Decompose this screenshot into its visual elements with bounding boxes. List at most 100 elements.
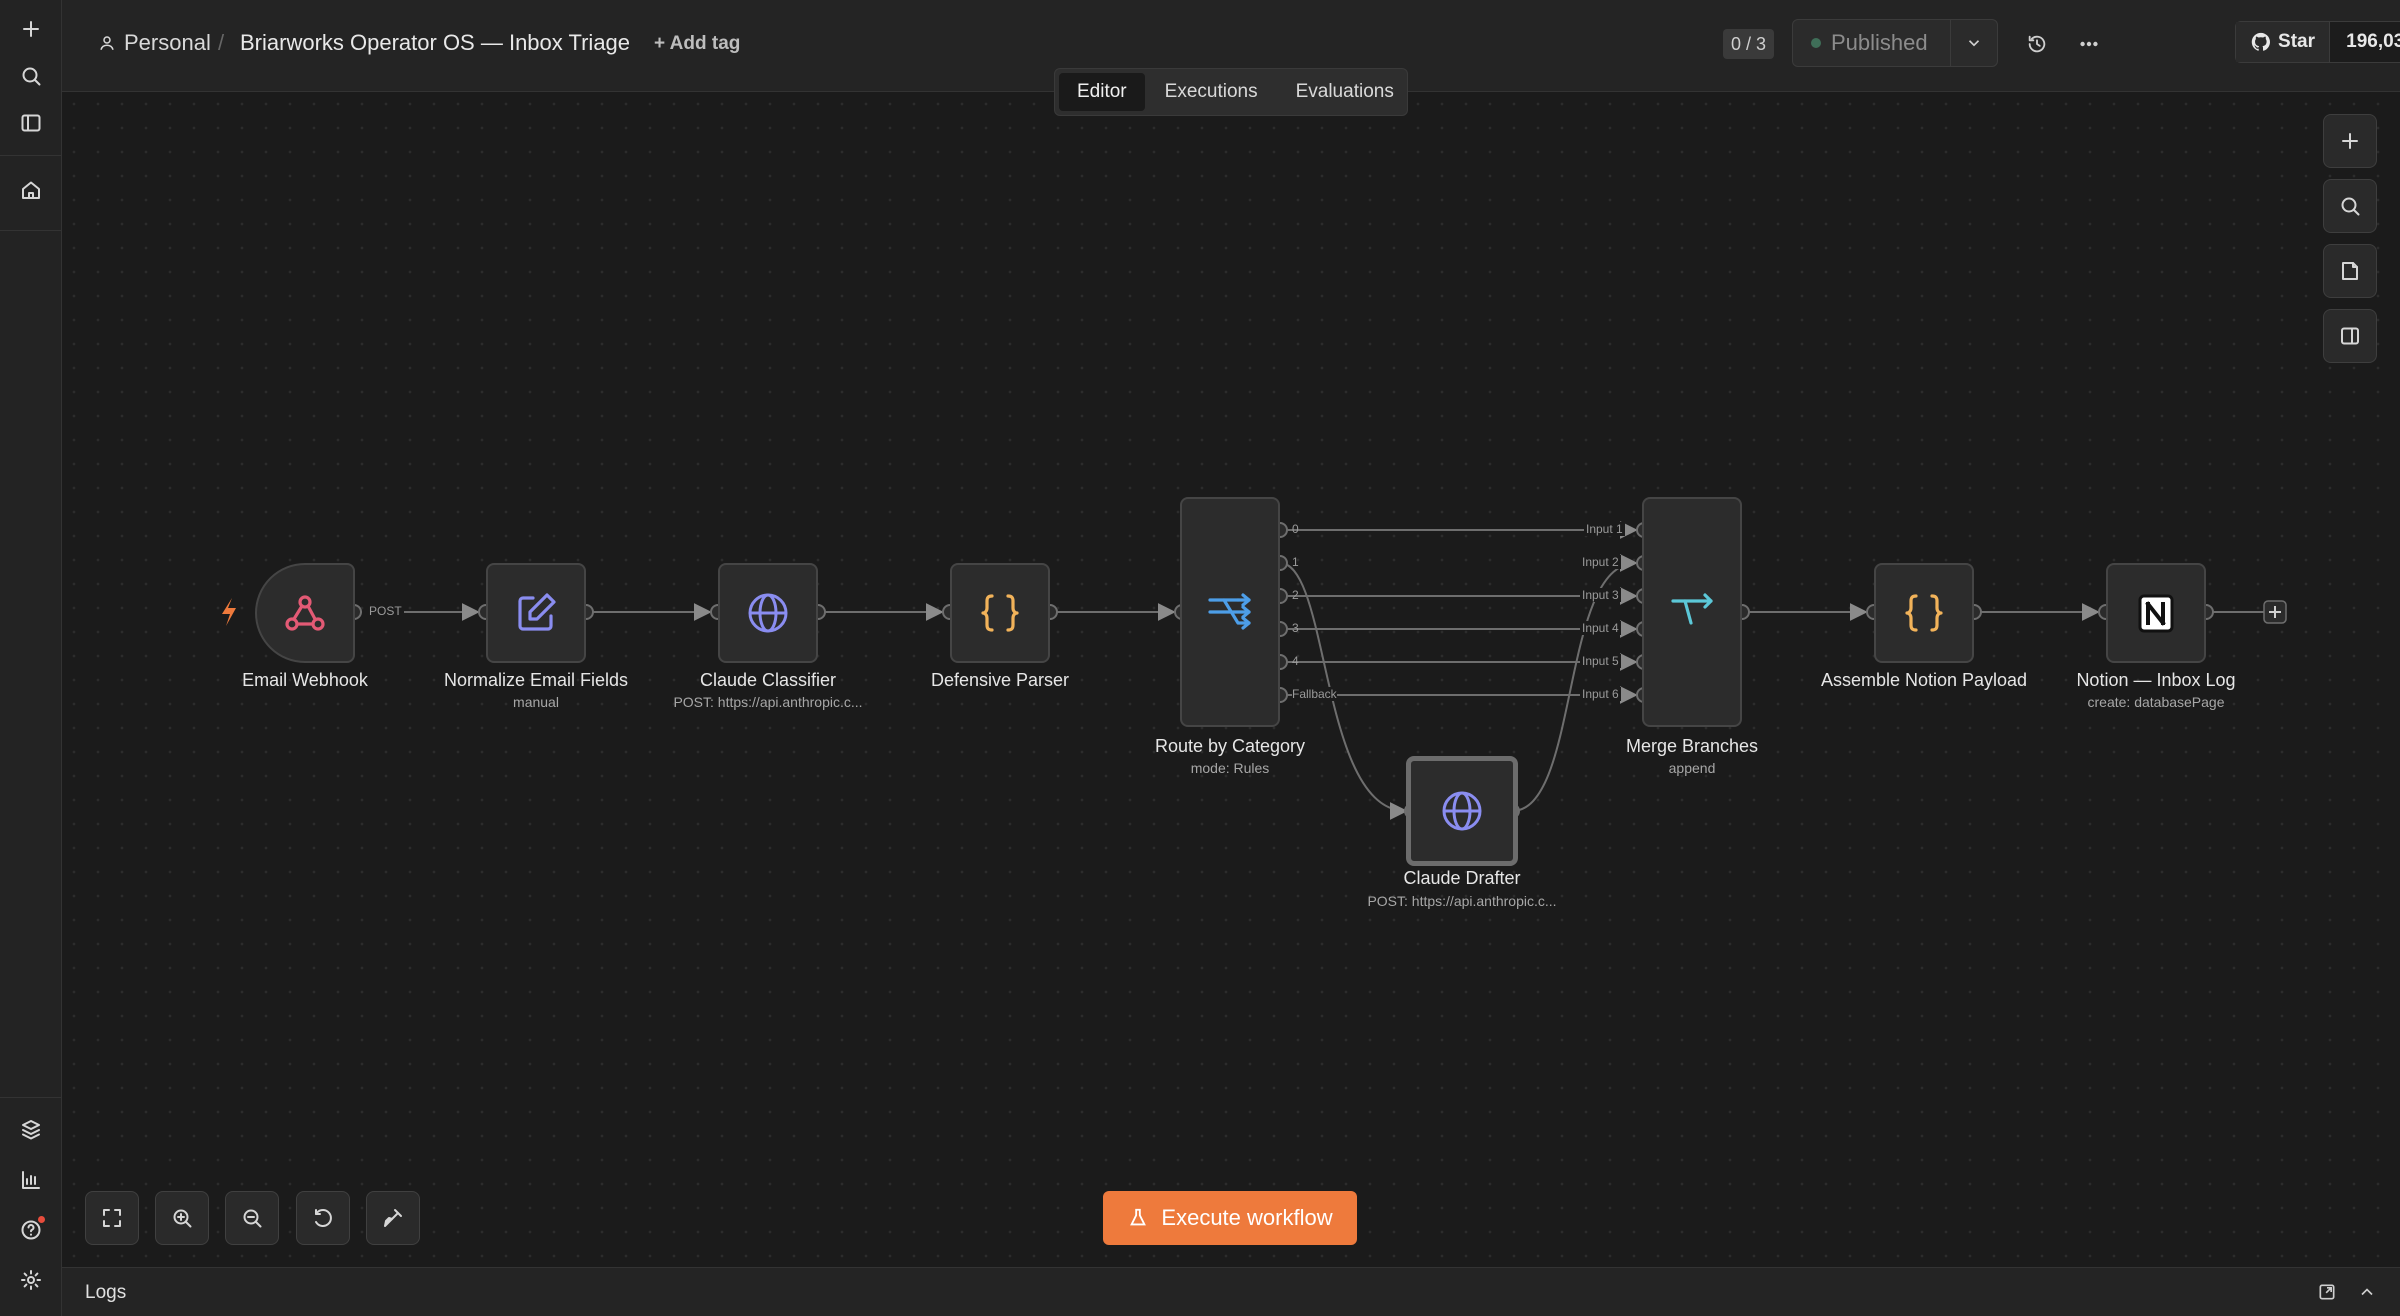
code-braces-icon — [981, 594, 1019, 632]
node-label: Claude Drafter — [1403, 868, 1521, 888]
node-email-webhook[interactable] — [255, 563, 355, 663]
add-node-panel-button[interactable] — [2323, 114, 2377, 168]
help-icon[interactable] — [11, 1210, 51, 1250]
node-label: Merge Branches — [1625, 736, 1759, 756]
node-label: Claude Classifier — [699, 670, 837, 690]
node-claude-classifier[interactable] — [718, 563, 818, 663]
node-subtitle: create: databasePage — [2087, 694, 2225, 710]
router-output-1: 1 — [1292, 555, 1299, 569]
github-icon — [2251, 32, 2270, 51]
tab-evaluations[interactable]: Evaluations — [1278, 73, 1412, 111]
breadcrumb-project[interactable]: Personal — [98, 30, 211, 56]
settings-icon[interactable] — [11, 1260, 51, 1300]
home-icon[interactable] — [11, 170, 51, 210]
notification-dot — [38, 1216, 45, 1223]
more-options-icon[interactable] — [2071, 26, 2107, 62]
globe-icon — [748, 593, 788, 633]
flask-icon — [1130, 1208, 1147, 1226]
node-subtitle: mode: Rules — [1190, 760, 1270, 776]
node-claude-drafter[interactable] — [1406, 756, 1518, 866]
tab-executions[interactable]: Executions — [1147, 73, 1276, 111]
undo-button[interactable] — [296, 1191, 350, 1245]
published-label: Published — [1831, 30, 1928, 55]
add-tag-button[interactable]: + Add tag — [654, 33, 740, 55]
publish-control: Published — [1792, 19, 1998, 67]
workflow-title[interactable]: Briarworks Operator OS — Inbox Triage — [240, 30, 630, 56]
plus-icon — [2342, 133, 2358, 149]
merge-icon — [1671, 593, 1713, 625]
sticky-note-button[interactable] — [2323, 244, 2377, 298]
user-icon — [100, 36, 114, 50]
node-label: Email Webhook — [242, 670, 368, 690]
panel-right-icon — [2341, 327, 2359, 345]
logs-label: Logs — [85, 1282, 127, 1303]
add-icon[interactable] — [11, 9, 51, 49]
tidy-up-button[interactable] — [366, 1191, 420, 1245]
edge-label-post: POST — [367, 604, 404, 618]
breadcrumb-separator: / — [218, 30, 225, 55]
search-nodes-button[interactable] — [2323, 179, 2377, 233]
zoom-out-button[interactable] — [225, 1191, 279, 1245]
popout-icon[interactable] — [2315, 1280, 2339, 1304]
published-button[interactable]: Published — [1793, 20, 1951, 66]
node-merge-branches[interactable] — [1642, 497, 1742, 727]
notion-icon — [2138, 594, 2174, 633]
status-dot — [1811, 38, 1821, 48]
zoom-out-icon — [243, 1209, 262, 1228]
step-counter-badge: 0 / 3 — [1723, 29, 1775, 59]
node-subtitle: POST: https://api.anthropic.c... — [673, 694, 863, 710]
node-subtitle: manual — [513, 694, 559, 710]
insights-icon[interactable] — [11, 1160, 51, 1200]
merge-input-1: Input 1 — [1584, 522, 1625, 536]
github-star-button[interactable]: Star — [2236, 22, 2330, 62]
github-star-label: Star — [2278, 31, 2315, 52]
chevron-down-icon — [1968, 40, 1980, 47]
code-braces-icon — [1905, 594, 1943, 632]
node-route-by-category[interactable] — [1180, 497, 1280, 727]
broom-icon — [384, 1209, 402, 1227]
router-output-fallback: Fallback — [1292, 687, 1337, 701]
zoom-in-icon — [173, 1209, 192, 1228]
node-label: Defensive Parser — [930, 670, 1070, 690]
node-notion-inbox-log[interactable] — [2106, 563, 2206, 663]
github-star-widget: Star 196,035 — [2235, 21, 2400, 63]
templates-icon[interactable] — [11, 1110, 51, 1150]
zoom-in-button[interactable] — [155, 1191, 209, 1245]
github-star-count[interactable]: 196,035 — [2330, 22, 2400, 62]
toggle-panel-button[interactable] — [2323, 309, 2377, 363]
router-output-2: 2 — [1292, 588, 1299, 602]
history-icon[interactable] — [2019, 26, 2055, 62]
sticky-note-icon — [2342, 262, 2358, 280]
node-label: Notion — Inbox Log — [2076, 670, 2236, 690]
logs-panel-bar[interactable]: Logs — [62, 1267, 2400, 1316]
search-icon[interactable] — [11, 56, 51, 96]
merge-input-2: Input 2 — [1580, 555, 1621, 569]
router-output-4: 4 — [1292, 654, 1299, 668]
node-defensive-parser[interactable] — [950, 563, 1050, 663]
execute-workflow-button[interactable]: Execute workflow — [1103, 1191, 1357, 1245]
merge-input-5: Input 5 — [1580, 654, 1621, 668]
fullscreen-icon — [103, 1209, 121, 1227]
search-icon — [2341, 197, 2360, 216]
project-name: Personal — [124, 30, 211, 55]
chevron-up-icon[interactable] — [2355, 1280, 2379, 1304]
node-label: Route by Category — [1154, 736, 1306, 756]
sidebar-divider — [0, 230, 62, 231]
merge-input-4: Input 4 — [1580, 621, 1621, 635]
tab-editor[interactable]: Editor — [1059, 73, 1145, 111]
fit-view-button[interactable] — [85, 1191, 139, 1245]
node-normalize-email-fields[interactable] — [486, 563, 586, 663]
node-label: Assemble Notion Payload — [1820, 670, 2028, 690]
node-subtitle: POST: https://api.anthropic.c... — [1367, 893, 1557, 909]
sidebar-divider — [0, 1097, 62, 1098]
sidebar-toggle-icon[interactable] — [11, 103, 51, 143]
router-icon — [1208, 593, 1251, 630]
left-sidebar — [0, 0, 62, 1316]
router-output-3: 3 — [1292, 621, 1299, 635]
node-subtitle: append — [1668, 760, 1716, 776]
webhook-icon — [285, 595, 325, 631]
node-assemble-notion-payload[interactable] — [1874, 563, 1974, 663]
view-tabs: Editor Executions Evaluations — [1054, 68, 1408, 116]
publish-dropdown-button[interactable] — [1951, 20, 1997, 66]
execute-workflow-label: Execute workflow — [1161, 1205, 1333, 1230]
